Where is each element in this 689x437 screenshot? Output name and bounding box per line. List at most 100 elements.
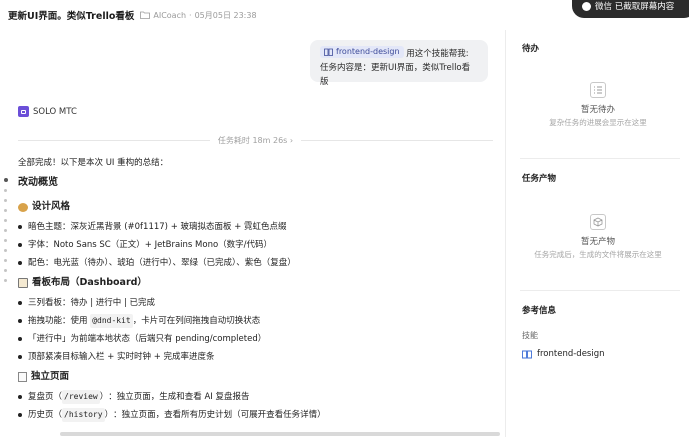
outline-dot[interactable]	[4, 229, 7, 232]
screenshot-notification[interactable]: 微信 已截取屏幕内容	[572, 0, 689, 18]
artifacts-empty-subtitle: 任务完成后，生成的文件将展示在这里	[534, 250, 662, 259]
book-icon	[522, 350, 532, 358]
sidebar-divider	[520, 290, 680, 291]
bullet-icon	[18, 261, 22, 265]
conversation-panel[interactable]: frontend-design 用这个技能帮我: 任务内容是：更新UI界面，类似…	[0, 30, 505, 437]
bullet-icon	[18, 337, 22, 341]
list-item: 配色：电光蓝（待办）、琥珀（进行中）、翠绿（已完成）、紫色（复盘）	[18, 254, 498, 272]
list-item-text: 拖拽功能：使用	[28, 316, 88, 326]
elapsed-divider[interactable]: 任务耗时 18m 26s ›	[18, 133, 493, 147]
task-header: 更新UI界面。类似Trello看板 AICoach · 05月05日 23:38	[0, 0, 505, 30]
inline-code: @dnd-kit	[90, 314, 133, 328]
outline-dot[interactable]	[4, 209, 7, 212]
agent-response: 全部完成！以下是本次 UI 重构的总结： 改动概览 设计风格 暗色主题：深灰近黑…	[18, 156, 498, 424]
todo-section-title: 待办	[522, 44, 540, 54]
task-sidebar: 待办 暂无待办 复杂任务的进展会显示在这里 任务产物 暂无产物 任务完成后，生成…	[505, 30, 689, 437]
folder-icon	[140, 11, 151, 19]
paren-open: （	[53, 410, 63, 420]
meta-separator: ·	[189, 10, 192, 20]
todo-empty-title: 暂无待办	[580, 105, 615, 115]
outline-dot[interactable]	[4, 239, 7, 242]
page-icon	[18, 372, 27, 382]
section-heading-dashboard-text: 看板布局（Dashboard）	[32, 277, 147, 288]
list-item-text: 字体：Noto Sans SC（正文）+ JetBrains Mono（数字/代…	[28, 240, 273, 250]
section-heading-dashboard: 看板布局（Dashboard）	[18, 272, 498, 294]
user-message-line1-text: 用这个技能帮我:	[406, 49, 469, 59]
summary-intro: 全部完成！以下是本次 UI 重构的总结：	[18, 158, 169, 168]
list-item-text-suffix: ，卡片可在列间拖拽自动切换状态	[132, 316, 261, 326]
agent-identity: SOLO MTC	[18, 106, 77, 117]
chevron-right-icon: ›	[289, 135, 294, 145]
paren-open: （	[53, 392, 63, 402]
list-item: 三列看板：待办 | 进行中 | 已完成	[18, 294, 498, 312]
bullet-icon	[18, 225, 22, 229]
reference-section-title: 参考信息	[522, 306, 557, 316]
bullet-icon	[18, 395, 22, 399]
reference-skill-item[interactable]: frontend-design	[522, 349, 605, 359]
user-message-line2: 任务内容是：更新UI界面，类似Trello看版	[320, 63, 471, 87]
list-item: 复盘页（/review）：独立页面，生成和查看 AI 复盘报告	[18, 388, 498, 406]
sidebar-divider	[520, 158, 680, 159]
user-message-bubble: frontend-design 用这个技能帮我: 任务内容是：更新UI界面，类似…	[310, 40, 488, 87]
agent-avatar-icon	[18, 106, 29, 117]
bullet-icon	[18, 319, 22, 323]
outline-dot[interactable]	[4, 219, 7, 222]
notification-dot-icon	[582, 2, 591, 11]
section-heading-pages-text: 独立页面	[31, 371, 70, 382]
outline-dot[interactable]	[4, 279, 7, 282]
list-item: 「进行中」为前端本地状态（后端只有 pending/completed）	[18, 330, 498, 348]
list-item-text: 复盘页	[28, 392, 54, 402]
artifacts-empty-state: 暂无产物 任务完成后，生成的文件将展示在这里	[506, 214, 689, 261]
bullet-icon	[18, 413, 22, 417]
list-item: 字体：Noto Sans SC（正文）+ JetBrains Mono（数字/代…	[18, 236, 498, 254]
task-timestamp: 05月05日 23:38	[194, 10, 257, 20]
todo-empty-state: 暂无待办 复杂任务的进展会显示在这里	[506, 82, 689, 129]
book-icon	[324, 48, 333, 56]
divider-line-right	[301, 139, 493, 141]
skill-chip-label: frontend-design	[336, 47, 400, 56]
bullet-icon	[18, 355, 22, 359]
task-meta: AICoach · 05月05日 23:38	[140, 10, 257, 21]
skill-chip[interactable]: frontend-design	[320, 46, 404, 58]
list-item: 拖拽功能：使用 @dnd-kit ，卡片可在列间拖拽自动切换状态	[18, 312, 498, 330]
overview-heading: 改动概览	[18, 177, 58, 188]
elapsed-time-label: 任务耗时 18m 26s	[217, 135, 288, 145]
outline-dot[interactable]	[4, 189, 7, 192]
list-item: 历史页（/history）：独立页面，查看所有历史计划（可展开查看任务详情）	[18, 406, 498, 424]
list-item-text: 配色：电光蓝（待办）、琥珀（进行中）、翠绿（已完成）、紫色（复盘）	[28, 258, 296, 268]
list-item-text: 历史页	[28, 410, 54, 420]
list-item-text-suffix: ：独立页面，生成和查看 AI 复盘报告	[108, 392, 250, 402]
checklist-icon	[590, 82, 606, 98]
outline-dot[interactable]	[4, 259, 7, 262]
artifacts-empty-title: 暂无产物	[580, 237, 615, 247]
horizontal-scrollbar[interactable]	[60, 432, 500, 436]
outline-dot[interactable]	[4, 249, 7, 252]
notification-text: 微信 已截取屏幕内容	[595, 2, 675, 12]
list-item: 顶部紧凑目标输入栏 + 实时时钟 + 完成率进度条	[18, 348, 498, 366]
paren-close: ）	[99, 392, 109, 402]
list-item-text-suffix: ：独立页面，查看所有历史计划（可展开查看任务详情）	[113, 410, 326, 420]
outline-dot[interactable]	[4, 178, 8, 182]
section-heading-pages: 独立页面	[18, 366, 498, 388]
bullet-icon	[18, 243, 22, 247]
section-heading-design: 设计风格	[18, 196, 498, 218]
inline-code: /review	[62, 390, 100, 404]
project-name[interactable]: AICoach	[153, 11, 186, 20]
outline-dot[interactable]	[4, 269, 7, 272]
inline-code: /history	[62, 408, 105, 422]
section-heading-design-text: 设计风格	[32, 201, 71, 212]
agent-name: SOLO MTC	[33, 106, 77, 117]
outline-dot[interactable]	[4, 199, 7, 202]
skills-label: 技能	[522, 331, 538, 340]
elapsed-time[interactable]: 任务耗时 18m 26s ›	[210, 135, 301, 146]
board-icon	[18, 278, 28, 288]
outline-nav[interactable]	[4, 178, 8, 289]
user-message-line1: frontend-design 用这个技能帮我:	[320, 46, 478, 61]
palette-icon	[18, 202, 28, 212]
todo-empty-subtitle: 复杂任务的进展会显示在这里	[549, 118, 647, 127]
list-item-text: 顶部紧凑目标输入栏 + 实时时钟 + 完成率进度条	[28, 352, 215, 362]
reference-skill-name: frontend-design	[537, 349, 605, 359]
list-item-text: 三列看板：待办 | 进行中 | 已完成	[28, 298, 156, 308]
list-item-text: 「进行中」为前端本地状态（后端只有 pending/completed）	[28, 334, 267, 344]
paren-close: ）	[104, 410, 114, 420]
